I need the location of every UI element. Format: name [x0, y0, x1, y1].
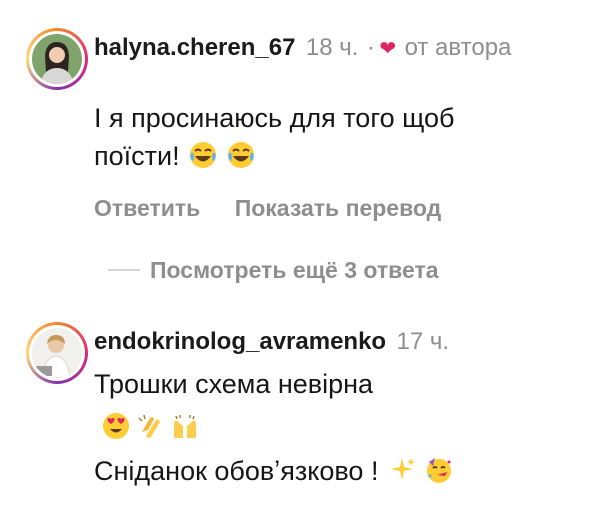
show-translation-button[interactable]: Показать перевод: [235, 195, 442, 221]
reply-button[interactable]: Ответить: [94, 195, 200, 221]
timestamp: 17 ч.: [396, 328, 450, 355]
laughing-tears-icon: [227, 142, 254, 168]
avatar-ring-inner: [29, 31, 85, 87]
comment-text-line: Трошки схема невірна: [94, 369, 374, 399]
comment-text-line: І я просинаюсь для того щоб: [94, 103, 455, 133]
comment-text-line-2: поїсти!: [94, 137, 454, 175]
comment-text-fragment: поїсти!: [94, 141, 180, 171]
liked-by-author: от автора: [404, 34, 512, 61]
username[interactable]: endokrinolog_avramenko: [94, 328, 386, 355]
view-replies-button[interactable]: Посмотреть ещё 3 ответа: [150, 257, 439, 284]
avatar-photo: [32, 328, 82, 378]
comment-text-fragment: Сніданок обовʼязково !: [94, 456, 379, 486]
timestamp: 18 ч.: [305, 34, 359, 61]
comment-text: І я просинаюсь для того щоб поїсти!: [94, 99, 454, 175]
sparkles-icon: [390, 458, 415, 480]
replies-divider: [108, 269, 140, 271]
clapping-hands-icon: [138, 414, 161, 438]
avatar[interactable]: [26, 28, 88, 90]
comment-header: endokrinolog_avramenko 17 ч.: [94, 328, 449, 356]
partying-face-icon: [427, 458, 452, 483]
comment-actions: Ответить Показать перевод: [94, 195, 441, 222]
emoji-line: [100, 412, 199, 441]
avatar[interactable]: [26, 322, 88, 384]
laughing-tears-icon: [190, 142, 217, 168]
comment-text: Трошки схема невірна: [94, 365, 373, 403]
avatar-ring-inner: [29, 325, 85, 381]
heart-eyes-icon: [103, 413, 129, 439]
comment-text-line-3: Сніданок обовʼязково !: [94, 452, 453, 490]
comment-header: halyna.cheren_67 18 ч. · ❤ от автора: [94, 34, 511, 62]
heart-icon: ❤: [379, 38, 397, 60]
raising-hands-icon: [173, 415, 196, 438]
username[interactable]: halyna.cheren_67: [94, 34, 295, 61]
avatar-photo: [32, 34, 82, 84]
separator: ·: [366, 34, 375, 61]
